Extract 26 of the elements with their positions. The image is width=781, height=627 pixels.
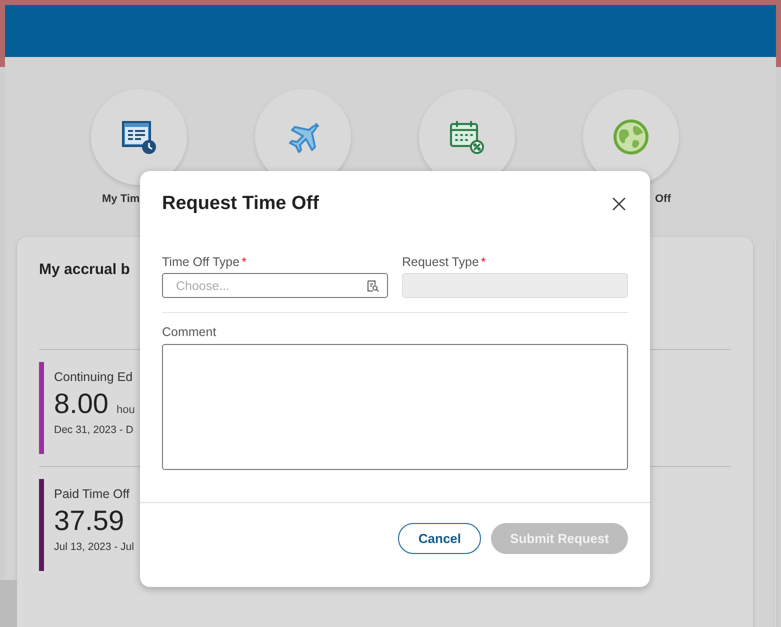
dialog-title: Request Time Off — [162, 193, 319, 215]
close-icon — [612, 197, 626, 211]
accrual-name: Paid Time Off — [54, 487, 130, 501]
accrual-dates: Jul 13, 2023 - Jul — [54, 541, 134, 553]
field-label: Request Type — [402, 255, 479, 269]
input-field[interactable]: Choose... — [162, 273, 388, 298]
field-label: Comment — [162, 325, 218, 339]
calendar-icon — [448, 118, 486, 156]
card-title: My accrual b — [39, 261, 130, 278]
cancel-button[interactable]: Cancel — [398, 523, 482, 554]
accrual-name: Continuing Ed — [54, 370, 134, 384]
globe-icon — [612, 118, 650, 156]
accrual-amount: 8.00 — [54, 388, 108, 420]
timesheet-icon — [121, 119, 157, 155]
shortcut-label: My Tim — [102, 193, 140, 205]
lookup-icon — [367, 280, 379, 292]
page-footer-edge — [0, 580, 17, 627]
accrual-amount: 37.59 — [54, 505, 124, 537]
required-mark: * — [480, 255, 486, 269]
accrual-dates: Dec 31, 2023 - D — [54, 424, 134, 436]
comment-field[interactable] — [162, 344, 628, 470]
field-label: Time Off Type — [162, 255, 240, 269]
shortcut-label: Off — [655, 193, 671, 205]
accrual-unit: hou — [116, 404, 135, 416]
required-mark: * — [242, 255, 246, 269]
close-button[interactable] — [610, 195, 628, 213]
